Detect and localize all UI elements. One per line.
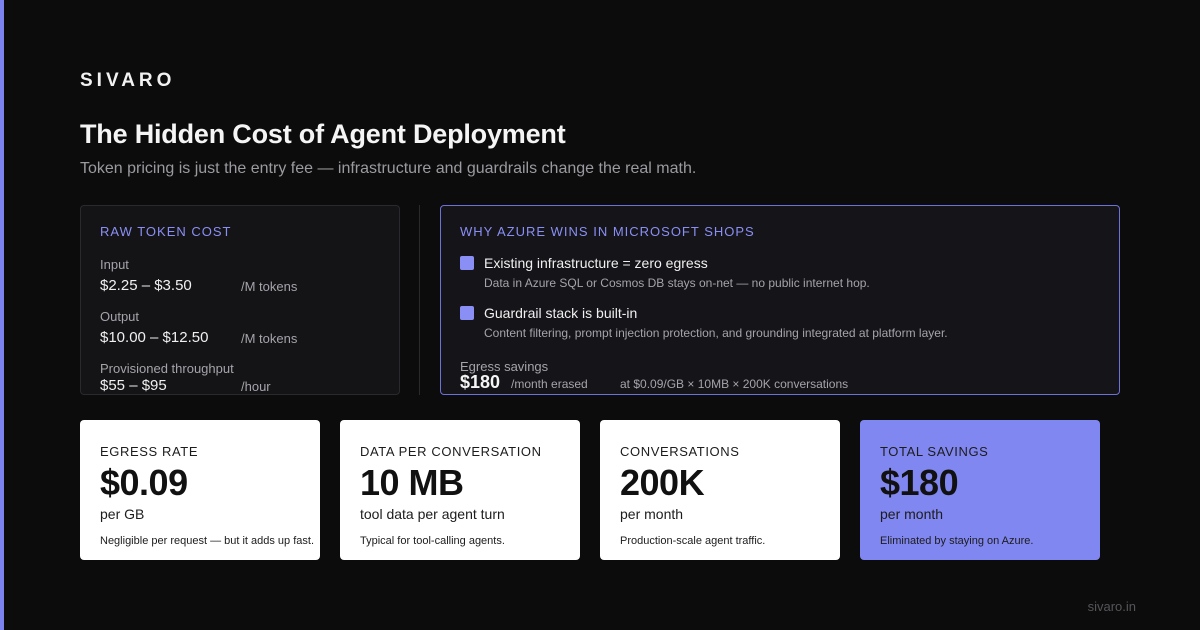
total-savings-card: TOTAL SAVINGS $180 per month Eliminated …: [860, 420, 1100, 560]
input-value: $2.25 – $3.50: [100, 277, 192, 294]
panel-divider: [419, 205, 420, 395]
provisioned-throughput-unit: /hour: [241, 379, 271, 394]
input-unit: /M tokens: [241, 279, 298, 294]
raw-token-cost-panel: RAW TOKEN COST Input $2.25 – $3.50 /M to…: [80, 205, 400, 395]
card-value: 10 MB: [360, 462, 464, 503]
card-label: TOTAL SAVINGS: [880, 444, 989, 459]
card-note: Typical for tool-calling agents.: [360, 535, 505, 547]
card-value: $0.09: [100, 462, 188, 503]
card-unit: per GB: [100, 506, 145, 522]
output-label: Output: [100, 309, 140, 324]
input-label: Input: [100, 257, 129, 272]
provisioned-throughput-value: $55 – $95: [100, 377, 167, 394]
guardrail-desc: Content filtering, prompt injection prot…: [484, 326, 948, 340]
provisioned-throughput-label: Provisioned throughput: [100, 361, 234, 376]
page-subtitle: Token pricing is just the entry fee — in…: [80, 160, 697, 177]
output-unit: /M tokens: [241, 331, 298, 346]
card-note: Production-scale agent traffic.: [620, 535, 766, 547]
data-per-conversation-card: DATA PER CONVERSATION 10 MB tool data pe…: [340, 420, 580, 560]
zero-egress-title: Existing infrastructure = zero egress: [484, 255, 708, 271]
card-label: DATA PER CONVERSATION: [360, 444, 542, 459]
checkbox-icon: [460, 306, 474, 320]
output-value: $10.00 – $12.50: [100, 329, 209, 346]
azure-panel: WHY AZURE WINS IN MICROSOFT SHOPS Existi…: [440, 205, 1120, 395]
checkbox-icon: [460, 256, 474, 270]
accent-bar: [0, 0, 4, 630]
azure-panel-label: WHY AZURE WINS IN MICROSOFT SHOPS: [460, 224, 755, 239]
conversations-card: CONVERSATIONS 200K per month Production-…: [600, 420, 840, 560]
card-unit: tool data per agent turn: [360, 506, 505, 522]
guardrail-title: Guardrail stack is built-in: [484, 305, 638, 321]
card-note: Negligible per request — but it adds up …: [100, 535, 315, 547]
footer-url: sivaro.in: [1087, 599, 1136, 614]
page-title: The Hidden Cost of Agent Deployment: [80, 119, 566, 149]
card-unit: per month: [880, 506, 944, 522]
zero-egress-desc: Data in Azure SQL or Cosmos DB stays on-…: [484, 276, 870, 290]
brand-logo: SIVARO: [80, 70, 176, 91]
egress-savings-unit: /month erased: [511, 377, 588, 391]
card-note: Eliminated by staying on Azure.: [880, 535, 1034, 547]
card-value: $180: [880, 462, 959, 503]
egress-rate-card: EGRESS RATE $0.09 per GB Negligible per …: [80, 420, 320, 560]
card-label: CONVERSATIONS: [620, 444, 740, 459]
egress-savings-note: at $0.09/GB × 10MB × 200K conversations: [620, 377, 849, 391]
card-value: 200K: [620, 462, 705, 503]
card-unit: per month: [620, 506, 684, 522]
egress-savings-value: $180: [460, 372, 501, 392]
card-label: EGRESS RATE: [100, 444, 199, 459]
raw-token-cost-label: RAW TOKEN COST: [100, 224, 232, 239]
